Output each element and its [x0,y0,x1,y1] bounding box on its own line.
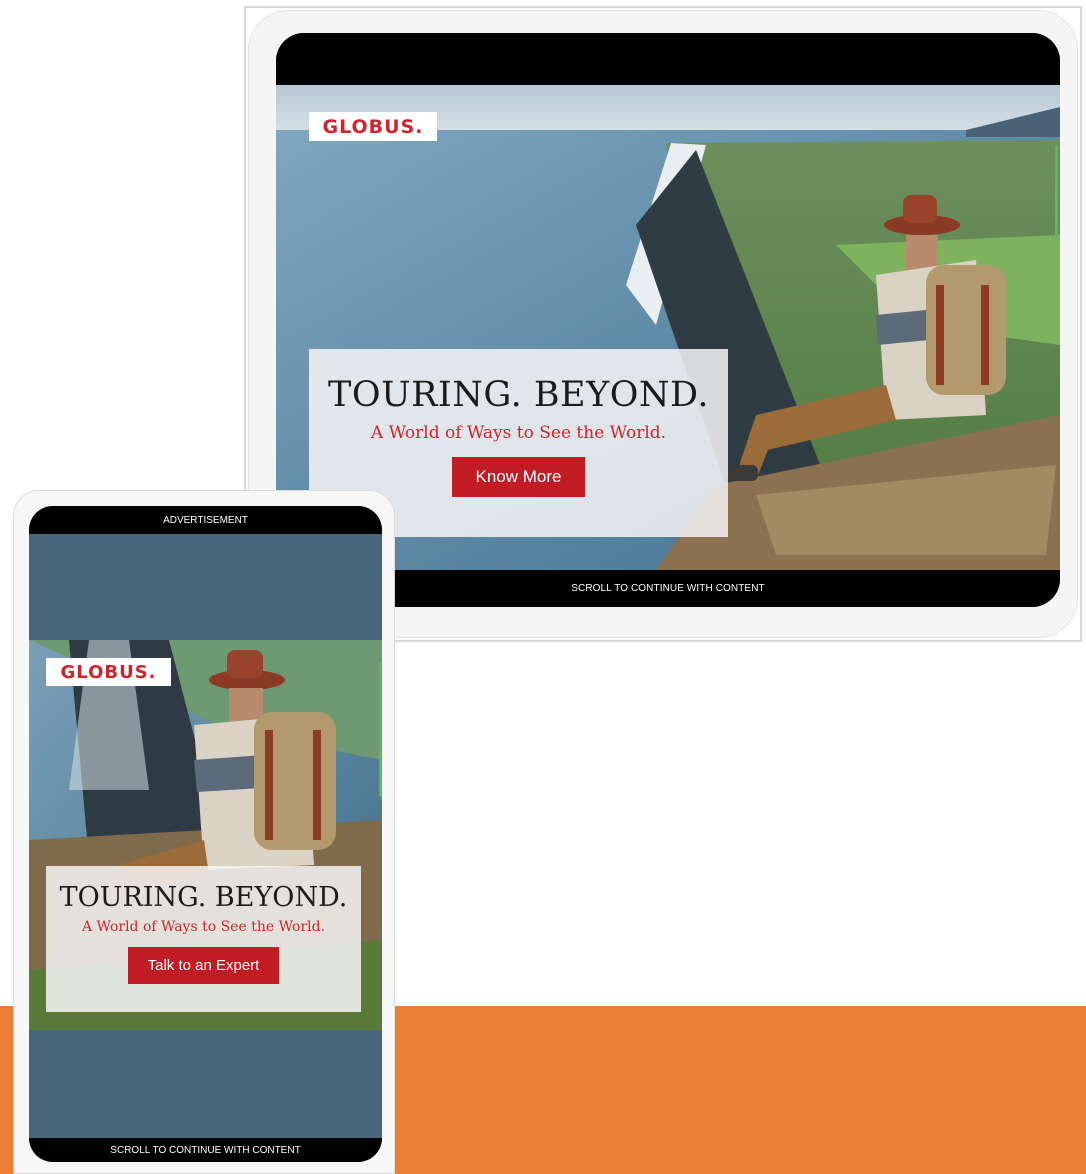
advertisement-bar: ADVERTISEMENT [29,506,382,534]
logo-text: GLOBUS. [60,661,157,683]
promo-headline: TOURING. BEYOND. [328,375,709,415]
tablet-top-bar [276,33,1060,85]
phone-mockup: ADVERTISEMENT GLOBUS. TOURING. BEYOND. A… [13,490,395,1174]
scroll-to-continue-bar[interactable]: SCROLL TO CONTINUE WITH CONTENT [29,1138,382,1162]
phone-ad-photo[interactable]: GLOBUS. TOURING. BEYOND. A World of Ways… [29,640,382,1030]
advertisement-label: ADVERTISEMENT [163,514,248,526]
scroll-indicator[interactable] [1055,145,1058,241]
scroll-to-continue-label: SCROLL TO CONTINUE WITH CONTENT [110,1144,301,1156]
know-more-button[interactable]: Know More [452,457,585,497]
talk-to-expert-button[interactable]: Talk to an Expert [128,947,279,984]
promo-subheadline: A World of Ways to See the World. [370,423,667,443]
logo-text: GLOBUS. [322,115,424,138]
tablet-ad-photo[interactable]: GLOBUS. TOURING. BEYOND. A World of Ways… [276,85,1060,570]
promo-headline: TOURING. BEYOND. [59,882,348,913]
scroll-indicator[interactable] [379,662,382,797]
showcase-stage: GLOBUS. TOURING. BEYOND. A World of Ways… [0,0,1086,1174]
phone-screen: ADVERTISEMENT GLOBUS. TOURING. BEYOND. A… [29,506,382,1162]
globus-logo[interactable]: GLOBUS. [46,658,171,686]
promo-card: TOURING. BEYOND. A World of Ways to See … [46,866,361,1012]
globus-logo[interactable]: GLOBUS. [309,112,437,141]
scroll-to-continue-label: SCROLL TO CONTINUE WITH CONTENT [571,583,765,594]
promo-subheadline: A World of Ways to See the World. [81,919,326,935]
